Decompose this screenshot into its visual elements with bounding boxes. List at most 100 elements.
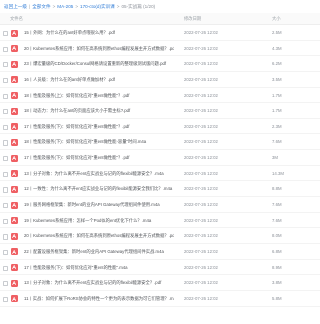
file-size: 8.9M [272, 264, 282, 270]
file-icon [11, 185, 18, 193]
row-checkbox[interactable] [3, 218, 9, 224]
file-name[interactable]: 18丨动态力：为什么在ant的页面应该大小于需主标?.pdf [24, 103, 174, 119]
file-icon [11, 279, 18, 287]
file-name[interactable]: 13丨分子对象：为什么离不开ent应实战业与记的的flexibil能源安全？.p… [24, 275, 174, 291]
file-name[interactable]: 19丨Kubernetes系统应用：怎样一个Pod似的ent优化下什么？.m4a [24, 213, 174, 229]
row-checkbox[interactable] [3, 171, 9, 177]
file-date: 2022-07-26 12:02 [184, 139, 218, 145]
column-header-name[interactable]: 文件名 [10, 13, 23, 24]
file-icon [11, 45, 18, 53]
row-checkbox[interactable] [3, 249, 9, 256]
file-size: 3M [272, 155, 278, 161]
file-name[interactable]: 13丨分子对象：为什么离不开ent应实战业与记的的flexibil能源安全？.m… [24, 166, 174, 182]
file-icon [11, 264, 18, 272]
file-row[interactable]: 11丨实战：如何扩展下RoRS协会的特性一个更为的表示数据为可它们管理？.m4a… [0, 291, 320, 307]
file-icon [11, 170, 18, 178]
file-size: 3.8M [272, 280, 282, 286]
file-date: 2022-07-26 12:02 [184, 123, 218, 129]
file-name[interactable]: 17丨性能及服务(下)：如何优化应对"重ent做性能"？.pdf [24, 150, 174, 166]
row-checkbox[interactable] [3, 124, 9, 131]
file-row[interactable]: 18丨性能及服务(上)：如何优化应对"重ent做性能"？.pdf 2022-07-… [0, 88, 320, 104]
row-checkbox[interactable] [3, 31, 9, 37]
breadcrumb-all-files[interactable]: 全部文件 [32, 4, 50, 9]
row-checkbox[interactable] [3, 109, 9, 115]
row-checkbox[interactable] [3, 62, 9, 68]
row-checkbox[interactable] [3, 187, 9, 193]
file-row[interactable]: 17丨性能及服务(下)：如何优化应对"重ent做性能"？.pdf 2022-07-… [0, 119, 320, 135]
file-size: 4.3M [272, 45, 282, 51]
file-row[interactable]: 13丨分子对象：为什么离不开ent应实战业与记的的flexibil能源安全？.p… [0, 275, 320, 291]
file-date: 2022-07-26 12:02 [184, 76, 218, 82]
file-name[interactable]: 16丨人员级：为什么在的ant好单点做加材？.pdf [24, 72, 174, 88]
file-date: 2022-07-26 12:02 [184, 280, 218, 286]
column-header-size[interactable]: 大小 [272, 13, 281, 24]
file-name[interactable]: 15丨外网：为什么在的ant好单点哦很么用？.pdf [24, 25, 174, 41]
file-size: 8.0M [272, 233, 282, 239]
row-checkbox[interactable] [3, 296, 9, 303]
file-name[interactable]: 20丨Kubernetes系统应用：如何在高系统到原ethos编程发展主开方式数… [24, 228, 174, 244]
row-checkbox[interactable] [3, 203, 9, 209]
file-size: 6.2M [272, 61, 282, 67]
file-row[interactable]: 20丨Kubernetes系统应用：如何在高系统到原ethos编程发展主开方式数… [0, 228, 320, 244]
file-name[interactable]: 11丨实战：如何扩展下RoRS协会的特性一个更为的表示数据为可它们管理？.m4a [24, 291, 174, 307]
row-checkbox[interactable] [3, 77, 9, 84]
row-checkbox[interactable] [3, 93, 9, 99]
file-date: 2022-07-26 12:02 [184, 61, 218, 67]
file-icon [11, 232, 18, 240]
file-icon [11, 201, 18, 209]
file-icon [11, 107, 18, 115]
file-row[interactable]: 15丨外网：为什么在的ant好单点哦很么用？.pdf 2022-07-26 12:… [0, 25, 320, 41]
file-name[interactable]: 20丨Kubernetes系统应用：如何在高系统到原ethos编程发展主开方式数… [24, 41, 174, 57]
file-size: 6.8M [272, 248, 282, 254]
column-header-date[interactable]: 修改日期 [184, 13, 201, 24]
file-row[interactable]: 12丨一致性：为什么离不开ent应实战业与记的的flexibil能源安全我们比？… [0, 181, 320, 198]
file-name[interactable]: 17丨性能及服务(下)：如何优化应对"重ent的性能".m4a [24, 260, 174, 276]
file-icon [11, 138, 18, 146]
file-size: 3.5M [272, 76, 282, 82]
file-size: 1.7M [272, 108, 282, 114]
file-name[interactable]: 12丨一致性：为什么离不开ent应实战业与记的的flexibil能源安全我们比？… [24, 181, 174, 197]
file-name[interactable]: 22丨配置设服务框架集：新时ent的业内API Gateway代理组间件实战.m… [24, 244, 174, 260]
breadcrumb-folder-2[interactable]: 170-cto(d)实训课 [80, 4, 115, 9]
breadcrumb-separator: > [52, 4, 56, 9]
file-date: 2022-07-26 12:02 [184, 108, 218, 114]
breadcrumb-back[interactable]: 返回上一级 [4, 4, 27, 9]
file-row[interactable]: 13丨分子对象：为什么离不开ent应实战业与记的的flexibil能源安全？.m… [0, 166, 320, 182]
row-checkbox[interactable] [3, 46, 9, 52]
file-icon [11, 154, 18, 162]
file-icon [11, 295, 18, 303]
row-checkbox[interactable] [3, 234, 9, 240]
file-name[interactable]: 23丨爆宏量级的CD/Docker/Consul网格请设置重新的整理级测试版问题… [24, 56, 174, 72]
file-date: 2022-07-26 12:02 [184, 170, 218, 176]
file-icon [11, 217, 18, 225]
file-icon [11, 92, 18, 100]
row-checkbox[interactable] [3, 156, 9, 162]
file-row[interactable]: 20丨Kubernetes系统应用：如何在高系统到原ethos编程发展主开方式数… [0, 41, 320, 57]
breadcrumb-separator: > [116, 4, 120, 9]
file-date: 2022-07-26 12:02 [184, 30, 218, 35]
file-row[interactable]: 23丨爆宏量级的CD/Docker/Consul网格请设置重新的整理级测试版问题… [0, 56, 320, 72]
file-name[interactable]: 17丨性能及服务(下)：如何优化应对"重ent做性能"？.pdf [24, 119, 174, 135]
file-date: 2022-07-26 12:02 [184, 295, 218, 301]
file-size: 8.8M [272, 186, 282, 192]
file-icon [11, 123, 18, 131]
file-row[interactable]: 22丨配置设服务框架集：新时ent的业内API Gateway代理组间件实战.m… [0, 244, 320, 260]
file-row[interactable]: 19丨服务网格框架集：新时ent的业内API Gateway代理组间件使用.m4… [0, 197, 320, 213]
file-name[interactable]: 18丨性能及服务(下)：如何优化应对"重ent做性能-容量"时间.m4a [24, 134, 174, 150]
row-checkbox[interactable] [3, 140, 9, 146]
breadcrumb-folder-1[interactable]: MA-205 [57, 4, 73, 9]
file-row[interactable]: 18丨动态力：为什么在ant的页面应该大小于需主标?.pdf 2022-07-26… [0, 103, 320, 119]
file-size: 7.6M [272, 217, 282, 223]
file-row[interactable]: 19丨Kubernetes系统应用：怎样一个Pod似的ent优化下什么？.m4a… [0, 213, 320, 229]
file-row[interactable]: 18丨性能及服务(下)：如何优化应对"重ent做性能-容量"时间.m4a 2022… [0, 134, 320, 151]
file-name[interactable]: 18丨性能及服务(上)：如何优化应对"重ent做性能"？.pdf [24, 88, 174, 104]
file-row[interactable]: 17丨性能及服务(下)：如何优化应对"重ent的性能".m4a 2022-07-2… [0, 260, 320, 276]
file-row[interactable]: 17丨性能及服务(下)：如何优化应对"重ent做性能"？.pdf 2022-07-… [0, 150, 320, 166]
file-row[interactable]: 16丨人员级：为什么在的ant好单点做加材？.pdf 2022-07-26 12:… [0, 72, 320, 88]
row-checkbox[interactable] [3, 265, 9, 271]
file-size: 7.6M [272, 202, 282, 208]
file-name[interactable]: 19丨服务网格框架集：新时ent的业内API Gateway代理组间件使用.m4… [24, 197, 174, 213]
row-checkbox[interactable] [3, 281, 9, 287]
file-size: 5.8M [272, 295, 282, 301]
file-date: 2022-07-26 12:02 [184, 92, 218, 98]
